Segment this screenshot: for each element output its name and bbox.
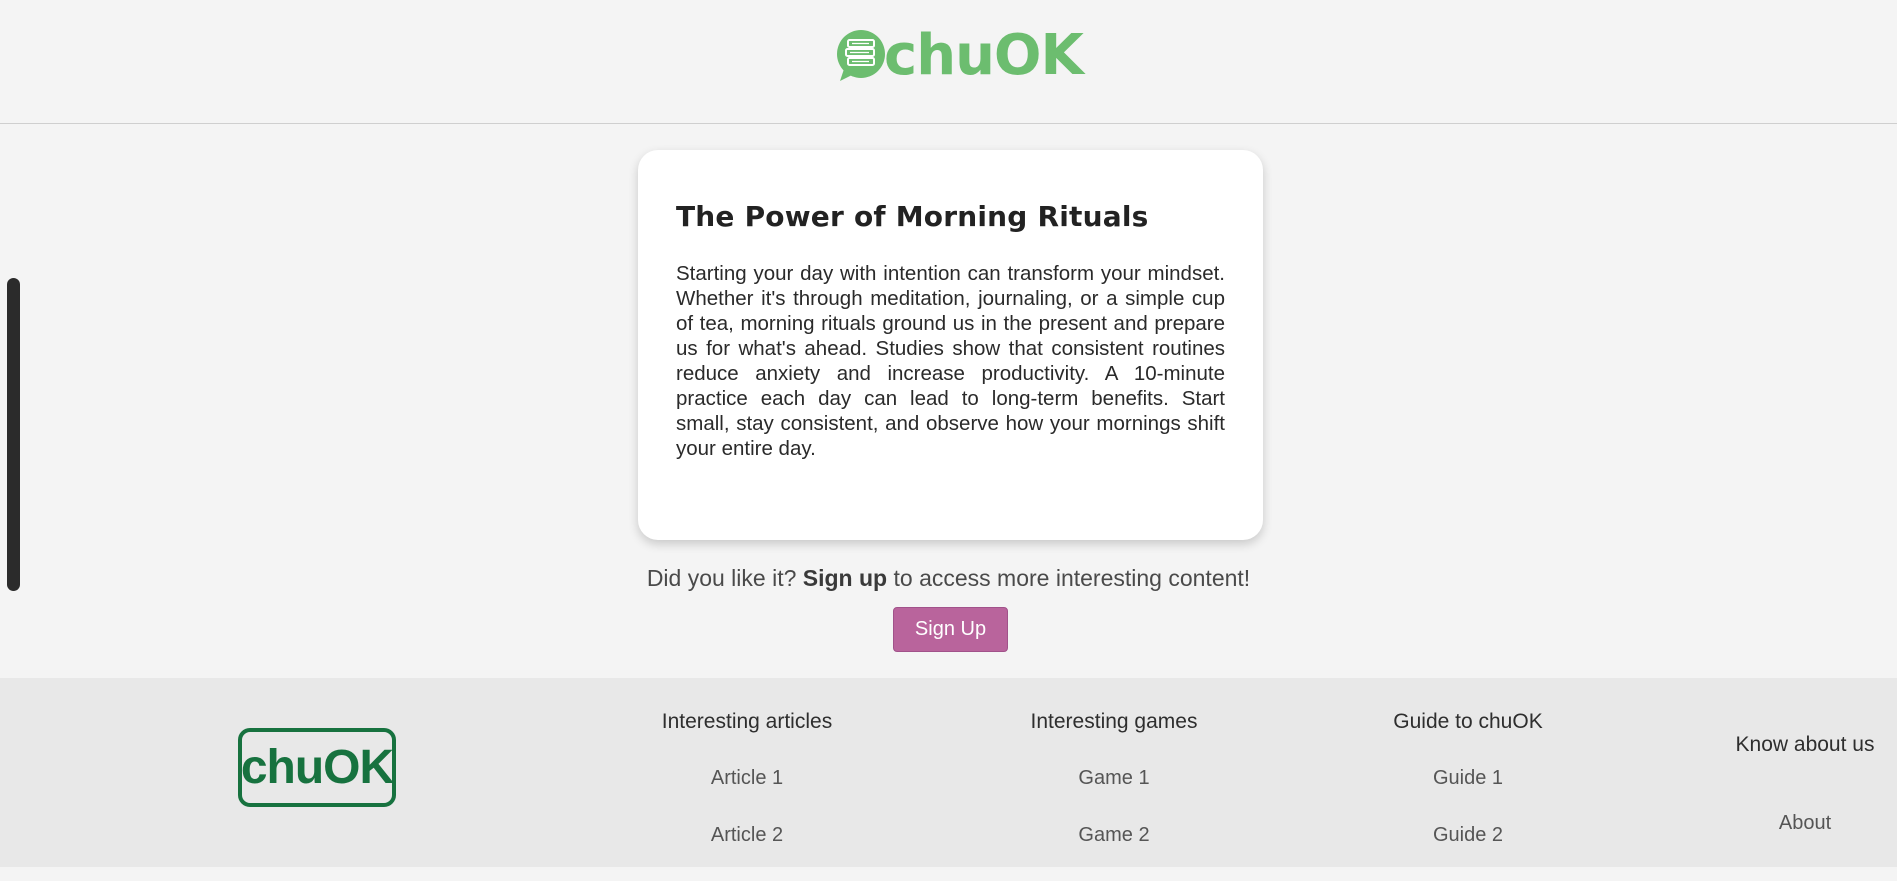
footer-link-article-2[interactable]: Article 2 — [617, 824, 877, 881]
site-footer: chuOK Interesting articles Article 1 Art… — [0, 678, 1897, 867]
footer-link-about[interactable]: About — [1675, 812, 1897, 869]
footer-column-title: Guide to chuOK — [1393, 710, 1543, 733]
footer-link-game-1[interactable]: Game 1 — [984, 767, 1244, 824]
brand-logo[interactable]: chuOK — [836, 23, 1084, 88]
article-card: The Power of Morning Rituals Starting yo… — [638, 150, 1263, 540]
signup-prompt-prefix: Did you like it? — [646, 565, 797, 591]
footer-column-articles: Interesting articles Article 1 Article 2 — [617, 710, 877, 881]
scrollbar-thumb[interactable] — [7, 278, 20, 591]
footer-column-games: Interesting games Game 1 Game 2 — [984, 710, 1244, 881]
footer-link-guide-2[interactable]: Guide 2 — [1338, 824, 1598, 881]
signup-prompt: Did you like it? Sign up to access more … — [0, 565, 1897, 592]
footer-column-about: Know about us About — [1675, 733, 1897, 869]
books-chat-icon — [836, 29, 886, 83]
brand-name: chuOK — [884, 23, 1084, 88]
footer-column-title: Know about us — [1735, 733, 1875, 756]
footer-link-game-2[interactable]: Game 2 — [984, 824, 1244, 881]
sign-up-button[interactable]: Sign Up — [893, 607, 1008, 652]
signup-prompt-suffix: to access more interesting content! — [893, 565, 1251, 591]
signup-prompt-emphasis: Sign up — [802, 565, 888, 591]
footer-column-title: Interesting games — [1030, 710, 1198, 733]
footer-link-article-1[interactable]: Article 1 — [617, 767, 877, 824]
site-header: chuOK — [0, 0, 1897, 124]
article-body: Starting your day with intention can tra… — [676, 262, 1225, 460]
footer-logo[interactable]: chuOK — [238, 728, 396, 807]
footer-column-guide: Guide to chuOK Guide 1 Guide 2 — [1338, 710, 1598, 881]
article-title: The Power of Morning Rituals — [676, 200, 1149, 233]
footer-link-guide-1[interactable]: Guide 1 — [1338, 767, 1598, 824]
footer-column-title: Interesting articles — [661, 710, 833, 733]
